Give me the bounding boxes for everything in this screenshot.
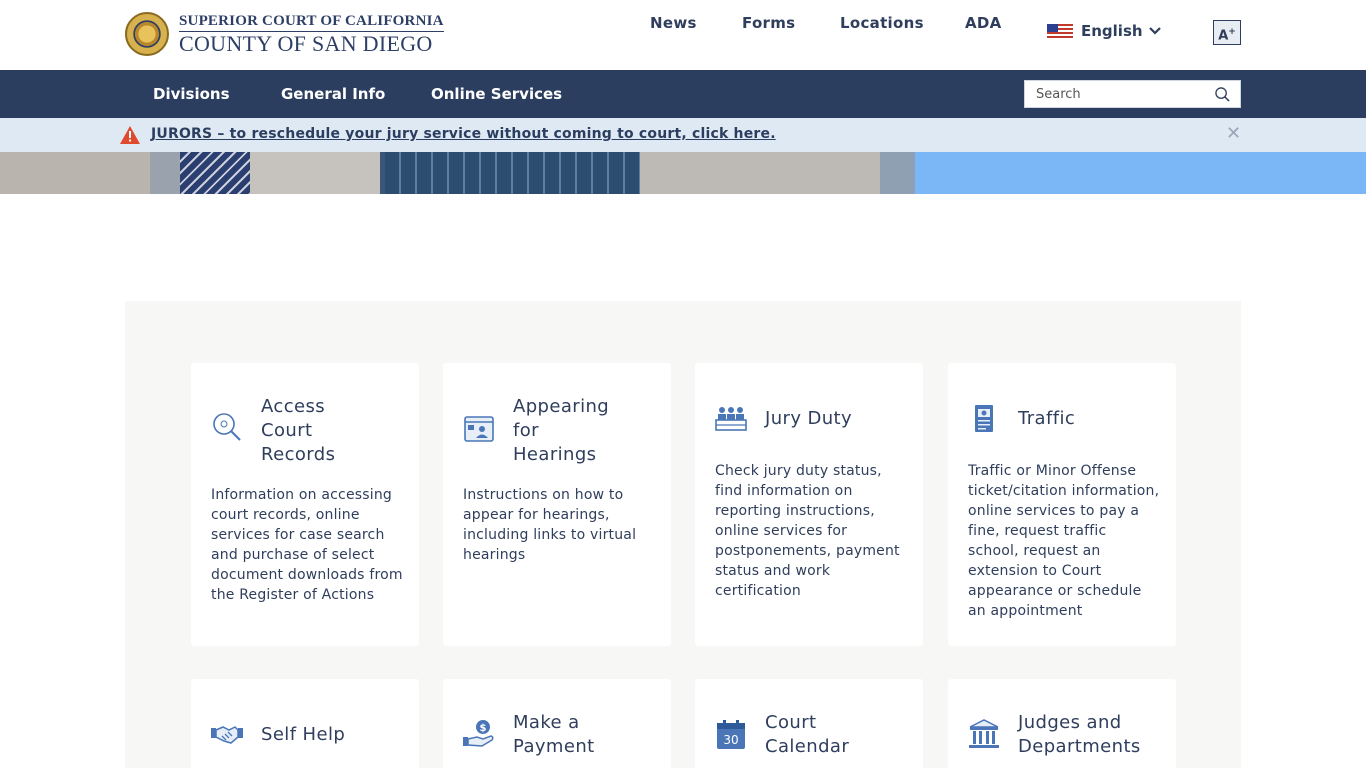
- sky-panel: [915, 152, 1366, 194]
- card-description: Information on accessing court records, …: [211, 487, 403, 603]
- building-windows-detail: [385, 152, 640, 194]
- plus-superscript: +: [1228, 27, 1236, 37]
- card-title: Make a Payment: [513, 711, 663, 759]
- hero-image: [0, 152, 1366, 194]
- card-title: Traffic: [1018, 407, 1168, 431]
- logo-line1: SUPERIOR COURT OF CALIFORNIA: [179, 13, 444, 32]
- card-title: Court Calendar: [765, 711, 915, 759]
- card-title-line: Court: [261, 420, 313, 441]
- card-description: Instructions on how to appear for hearin…: [463, 487, 637, 563]
- calendar-number: 30: [723, 733, 738, 747]
- card-title-line: Access: [261, 396, 326, 417]
- quick-links-section: Access Court Records Information on acce…: [125, 301, 1241, 768]
- card-title-line: Self Help: [261, 724, 346, 745]
- search-box: [1024, 80, 1241, 108]
- logo-text: SUPERIOR COURT OF CALIFORNIA COUNTY OF S…: [179, 13, 444, 56]
- card-title: Appearing for Hearings: [513, 395, 663, 467]
- nav-forms-link[interactable]: Forms: [742, 14, 795, 32]
- card-court-calendar[interactable]: 30 Court Calendar: [695, 679, 923, 768]
- traffic-ticket-icon: [975, 405, 993, 432]
- nav-general-info[interactable]: General Info: [281, 85, 385, 103]
- nav-divisions[interactable]: Divisions: [153, 85, 230, 103]
- warning-icon: [120, 126, 140, 144]
- card-description: Traffic or Minor Offense ticket/citation…: [968, 463, 1160, 619]
- card-title-line: Judges and: [1018, 712, 1122, 733]
- alert-banner: JURORS – to reschedule your jury service…: [0, 118, 1366, 152]
- card-title-line: Departments: [1018, 736, 1141, 757]
- court-logo[interactable]: SUPERIOR COURT OF CALIFORNIA COUNTY OF S…: [125, 12, 444, 56]
- calendar-icon: 30: [717, 720, 745, 749]
- us-flag-icon: [1047, 24, 1073, 38]
- svg-text:$: $: [480, 723, 487, 734]
- payment-hand-icon: $: [463, 720, 494, 747]
- jury-box-icon: [715, 407, 747, 431]
- site-header: SUPERIOR COURT OF CALIFORNIA COUNTY OF S…: [0, 0, 1366, 70]
- nav-locations-link[interactable]: Locations: [840, 14, 924, 32]
- card-access-court-records[interactable]: Access Court Records Information on acce…: [191, 363, 419, 646]
- language-label: English: [1081, 22, 1143, 40]
- card-title-line: Payment: [513, 736, 595, 757]
- nav-ada-link[interactable]: ADA: [965, 14, 1002, 32]
- card-title: Access Court Records: [261, 395, 411, 467]
- search-input[interactable]: [1025, 81, 1205, 107]
- card-title-line: Appearing: [513, 396, 610, 417]
- language-selector[interactable]: English: [1047, 22, 1161, 40]
- card-title-line: Calendar: [765, 736, 850, 757]
- text-size-button[interactable]: A+: [1213, 20, 1241, 45]
- card-jury-duty[interactable]: Jury Duty Check jury duty status, find i…: [695, 363, 923, 646]
- flag-photo-detail: [180, 152, 250, 194]
- juror-reschedule-link[interactable]: JURORS – to reschedule your jury service…: [151, 126, 776, 142]
- card-judges-and-departments[interactable]: Judges and Departments: [948, 679, 1176, 768]
- chevron-down-icon: [1148, 27, 1161, 35]
- courthouse-icon: [969, 719, 999, 748]
- card-title-line: Hearings: [513, 444, 597, 465]
- card-title-line: Traffic: [1018, 408, 1076, 429]
- search-icon[interactable]: [1215, 87, 1230, 102]
- card-title-line: Jury Duty: [765, 408, 853, 429]
- card-make-a-payment[interactable]: $ Make a Payment: [443, 679, 671, 768]
- card-self-help[interactable]: Self Help: [191, 679, 419, 768]
- magnifier-icon: [213, 413, 241, 441]
- card-appearing-for-hearings[interactable]: Appearing for Hearings Instructions on h…: [443, 363, 671, 646]
- nav-online-services[interactable]: Online Services: [431, 85, 562, 103]
- text-size-label: A: [1218, 28, 1229, 44]
- card-traffic[interactable]: Traffic Traffic or Minor Offense ticket/…: [948, 363, 1176, 646]
- card-title: Self Help: [261, 723, 411, 747]
- card-title-line: Make a: [513, 712, 580, 733]
- handshake-icon: [211, 726, 243, 744]
- card-title: Jury Duty: [765, 407, 915, 431]
- close-icon[interactable]: ✕: [1226, 125, 1241, 143]
- court-seal-icon: [125, 12, 169, 56]
- card-title: Judges and Departments: [1018, 711, 1168, 759]
- virtual-hearing-icon: [464, 416, 494, 442]
- main-nav: Divisions General Info Online Services: [0, 70, 1366, 118]
- card-description: Check jury duty status, find information…: [715, 463, 900, 599]
- logo-line2: COUNTY OF SAN DIEGO: [179, 30, 433, 56]
- card-title-line: Records: [261, 444, 336, 465]
- nav-news-link[interactable]: News: [650, 14, 697, 32]
- card-title-line: Court: [765, 712, 817, 733]
- card-title-line: for: [513, 420, 539, 441]
